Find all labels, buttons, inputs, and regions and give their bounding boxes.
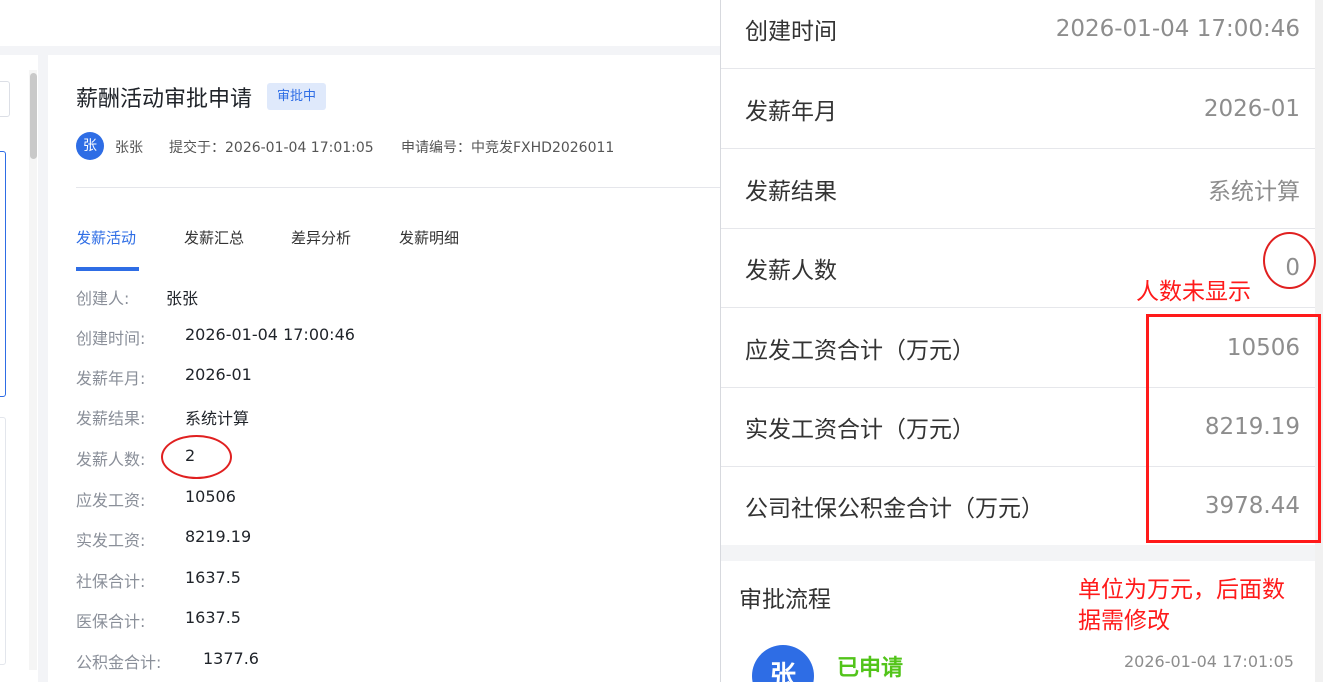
approval-step-status: 已申请 [837, 656, 904, 681]
page-title: 薪酬活动审批申请 [76, 87, 253, 112]
tab-payroll-detail[interactable]: 发薪明细 [399, 227, 459, 248]
field-value: 张张 [166, 289, 199, 308]
headcount-circle-annotation [161, 435, 232, 479]
field-label: 发薪年月: [76, 369, 146, 388]
field-label: 发薪人数: [76, 450, 146, 469]
sidebar-card[interactable] [0, 417, 6, 665]
field-created-time: 创建时间: 2026-01-04 17:00:46 [76, 325, 355, 349]
field-label: 医保合计: [76, 612, 146, 631]
field-label: 应发工资: [76, 491, 146, 510]
field-label: 实发工资: [76, 531, 146, 550]
field-medical-insurance: 医保合计: 1637.5 [76, 608, 241, 632]
panel-row-pay-month: 发薪年月 2026-01 [721, 69, 1316, 149]
field-headcount: 发薪人数: 2 [76, 446, 195, 470]
active-tab-indicator [76, 267, 139, 271]
panel-row-pay-result: 发薪结果 系统计算 [721, 149, 1316, 229]
field-label: 创建时间: [76, 329, 146, 348]
approval-flow-title: 审批流程 [739, 587, 831, 613]
field-gross-pay: 应发工资: 10506 [76, 487, 236, 511]
zero-headcount-circle-annotation [1263, 232, 1316, 289]
field-value: 1377.6 [203, 649, 259, 668]
row-label: 创建时间 [745, 18, 837, 45]
field-value: 1637.5 [185, 608, 241, 627]
row-label: 公司社保公积金合计（万元） [745, 495, 1044, 522]
field-label: 创建人: [76, 289, 130, 308]
submitted-time: 提交于：2026-01-04 17:01:05 [169, 140, 374, 156]
avatar: 张 [76, 132, 104, 160]
field-value: 1637.5 [185, 568, 241, 587]
row-label: 发薪年月 [745, 98, 837, 125]
field-label: 公积金合计: [76, 653, 162, 672]
row-label: 实发工资合计（万元） [745, 416, 975, 443]
field-housing-fund: 公积金合计: 1377.6 [76, 649, 259, 673]
field-value: 10506 [185, 487, 236, 506]
field-creator: 创建人: 张张 [76, 285, 198, 309]
approval-detail: 薪酬活动审批申请 审批中 张 张张 提交于：2026-01-04 17:01:0… [48, 55, 768, 682]
field-social-insurance: 社保合计: 1637.5 [76, 568, 241, 592]
field-label: 社保合计: [76, 572, 146, 591]
row-label: 发薪人数 [745, 257, 837, 284]
row-label: 应发工资合计（万元） [745, 337, 975, 364]
status-badge: 审批中 [267, 83, 327, 110]
row-value: 系统计算 [1208, 178, 1300, 205]
avatar: 张 [752, 645, 814, 682]
unit-note-line2: 据需修改 [1078, 608, 1170, 634]
field-pay-month: 发薪年月: 2026-01 [76, 365, 252, 389]
approval-step-time: 2026-01-04 17:01:05 [1124, 652, 1294, 671]
divider [76, 187, 768, 188]
field-label: 发薪结果: [76, 409, 146, 428]
field-value: 2026-01-04 17:00:46 [185, 325, 355, 344]
row-value: 2026-01-04 17:00:46 [1055, 15, 1300, 42]
field-value: 2026-01 [185, 365, 252, 384]
field-value: 8219.19 [185, 527, 252, 546]
page: 薪酬活动审批申请 审批中 张 张张 提交于：2026-01-04 17:01:0… [0, 0, 1323, 682]
section-gap [721, 545, 1316, 561]
row-value: 2026-01 [1203, 95, 1300, 122]
applicant-name: 张张 [115, 140, 143, 156]
sidebar-card-selected[interactable] [0, 151, 6, 397]
field-net-pay: 实发工资: 8219.19 [76, 527, 251, 551]
field-pay-result: 发薪结果: 系统计算 [76, 405, 249, 429]
headcount-note: 人数未显示 [1136, 279, 1251, 305]
left-scrollbar-track[interactable] [29, 70, 37, 670]
application-number: 申请编号：中竞发FXHD2026011 [401, 140, 615, 156]
tab-difference-analysis[interactable]: 差异分析 [291, 227, 351, 248]
tab-payroll-summary[interactable]: 发薪汇总 [184, 227, 244, 248]
tab-payroll-activity[interactable]: 发薪活动 [76, 227, 136, 248]
left-scrollbar-thumb[interactable] [30, 73, 37, 159]
sidebar-input-edge[interactable] [0, 81, 10, 117]
field-value: 系统计算 [185, 409, 250, 428]
unit-note-line1: 单位为万元，后面数 [1078, 577, 1285, 603]
panel-row-created-time: 创建时间 2026-01-04 17:00:46 [721, 0, 1316, 69]
amount-highlight-box [1146, 314, 1321, 543]
row-label: 发薪结果 [745, 178, 837, 205]
